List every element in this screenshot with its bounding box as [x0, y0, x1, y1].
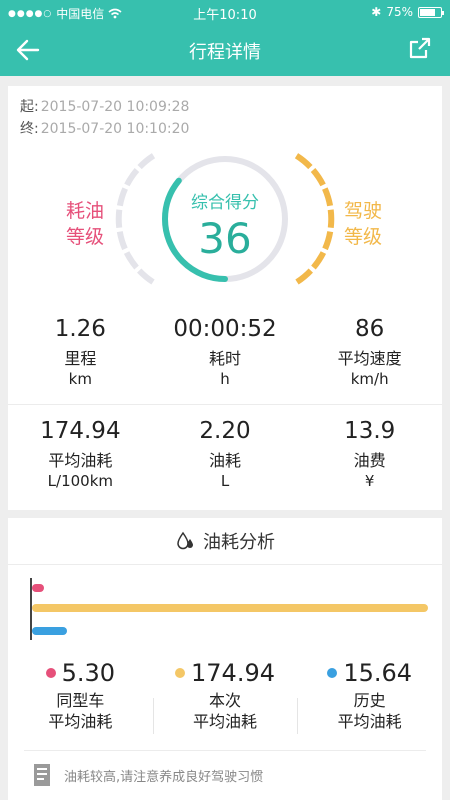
start-time-label: 起: [20, 99, 39, 115]
status-bar: ●●●●○ 中国电信 上午10:10 ✱ 75% [0, 0, 450, 24]
stat-unit: h [220, 370, 230, 388]
analysis-title: 油耗分析 [203, 532, 275, 553]
stat-label: 油费 [353, 451, 386, 470]
consumption-legend: 5.30 同型车 平均油耗 174.94 本次 平均油耗 15.64 历史 平均… [8, 656, 442, 734]
fuel-drop-icon [177, 531, 193, 550]
legend-value: 5.30 [61, 659, 116, 687]
legend-sublabel: 平均油耗 [193, 712, 258, 731]
trip-summary-card: 起: 2015-07-20 10:09:28 终: 2015-07-20 10:10… [8, 86, 442, 510]
stats-row-1: 1.26 里程 km 00:00:52 耗时 h 86 平均速度 km/h [8, 316, 442, 389]
stat-label: 平均油耗 [48, 451, 113, 470]
stat-fuel-cost: 13.9 油费 ¥ [297, 418, 442, 491]
stat-unit: ¥ [364, 472, 375, 490]
legend-label: 本次 [209, 691, 242, 710]
divider [8, 404, 442, 405]
stat-label: 耗时 [209, 349, 242, 368]
drive-level-label: 驾驶 等级 [343, 200, 382, 248]
bar-same-model [32, 584, 44, 592]
stat-value: 00:00:52 [173, 316, 277, 342]
end-time-label: 终: [20, 121, 39, 137]
score-title: 综合得分 [191, 193, 259, 213]
stat-label: 油耗 [209, 451, 242, 470]
legend-dot [327, 668, 338, 678]
fuel-level-arc [115, 153, 156, 285]
legend-history: 15.64 历史 平均油耗 [297, 656, 442, 734]
stat-duration: 00:00:52 耗时 h [153, 316, 298, 389]
divider [8, 564, 442, 565]
consumption-bar-chart [8, 570, 442, 650]
stat-value: 1.26 [54, 316, 106, 342]
score-gauge: 耗油 等级 驾驶 等级 综合得分 36 [8, 144, 442, 294]
legend-label: 同型车 [56, 691, 105, 710]
stat-unit: km/h [350, 370, 389, 388]
battery-icon [418, 6, 444, 18]
stat-label: 平均速度 [337, 349, 402, 368]
advice-tip: 油耗较高,请注意养成良好驾驶习惯 [32, 762, 263, 788]
stat-avg-speed: 86 平均速度 km/h [297, 316, 442, 389]
legend-dot [175, 668, 186, 678]
page-title: 行程详情 [189, 42, 261, 63]
legend-dot [45, 668, 56, 678]
legend-label: 历史 [353, 691, 386, 710]
stat-value: 174.94 [40, 418, 121, 444]
stat-unit: L [220, 472, 230, 490]
share-button[interactable] [408, 36, 436, 64]
legend-same-model: 5.30 同型车 平均油耗 [8, 656, 153, 732]
stat-value: 2.20 [199, 418, 251, 444]
stat-unit: L/100km [47, 472, 113, 490]
legend-value: 174.94 [191, 659, 275, 687]
document-icon [34, 764, 50, 786]
legend-sublabel: 平均油耗 [48, 712, 113, 731]
drive-level-arc [294, 153, 335, 285]
legend-this-trip: 174.94 本次 平均油耗 [152, 656, 298, 734]
stat-value: 86 [355, 316, 385, 342]
stat-unit: km [68, 370, 92, 388]
legend-value: 15.64 [343, 659, 413, 687]
start-time-value: 2015-07-20 10:09:28 [40, 99, 190, 115]
bluetooth-icon: ✱ [371, 5, 382, 19]
share-icon [409, 37, 431, 59]
bar-this-trip [32, 604, 428, 612]
score-value: 36 [198, 214, 252, 263]
end-time-row: 终: 2015-07-20 10:10:20 [20, 118, 189, 138]
end-time-value: 2015-07-20 10:10:20 [40, 121, 190, 137]
stat-value: 13.9 [344, 418, 396, 444]
stat-fuel-used: 2.20 油耗 L [153, 418, 298, 491]
battery-percent: 75% [386, 5, 413, 19]
analysis-header: 油耗分析 [8, 518, 442, 564]
legend-sublabel: 平均油耗 [337, 712, 402, 731]
header-bar: ●●●●○ 中国电信 上午10:10 ✱ 75% 行程详情 [0, 0, 450, 76]
advice-text: 油耗较高,请注意养成良好驾驶习惯 [64, 769, 264, 785]
status-right: ✱ 75% [371, 5, 444, 19]
stats-row-2: 174.94 平均油耗 L/100km 2.20 油耗 L 13.9 油费 ¥ [8, 418, 442, 491]
start-time-row: 起: 2015-07-20 10:09:28 [20, 96, 189, 116]
fuel-analysis-card: 油耗分析 5.30 同型车 平均油耗 174.94 本次 平均油耗 15.64 … [8, 518, 442, 800]
stat-distance: 1.26 里程 km [8, 316, 153, 389]
divider [24, 750, 426, 751]
stat-label: 里程 [64, 349, 97, 368]
fuel-level-label: 耗油 等级 [65, 200, 104, 248]
stat-avg-consumption: 174.94 平均油耗 L/100km [8, 418, 153, 491]
bar-history [32, 627, 68, 635]
